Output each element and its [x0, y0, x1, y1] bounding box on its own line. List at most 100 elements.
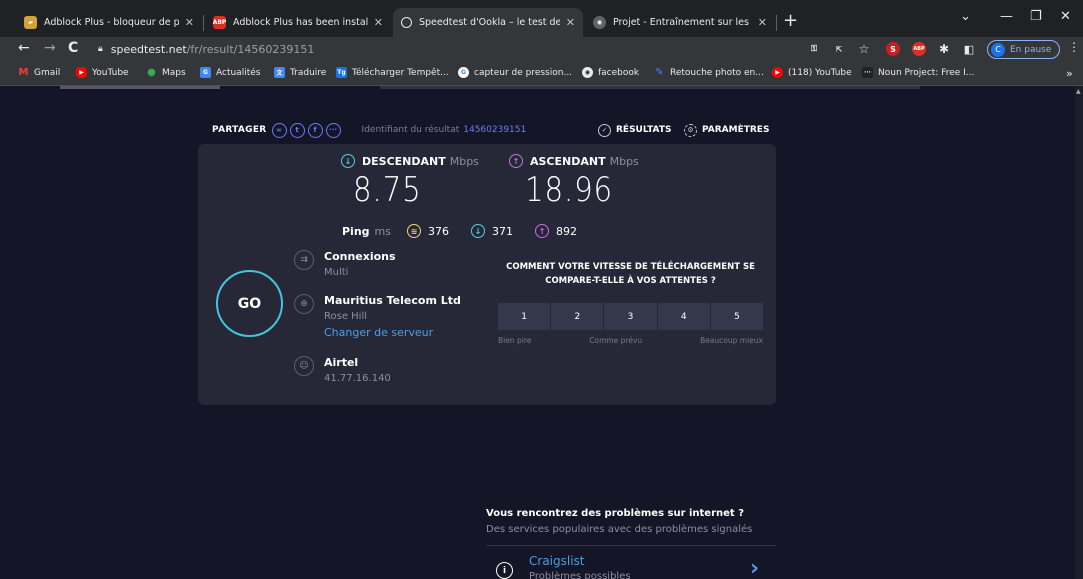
scroll-up-icon[interactable]: ▲ — [1076, 88, 1081, 95]
link-icon[interactable]: ∞ — [271, 122, 287, 138]
twitter-icon[interactable]: t — [289, 122, 305, 138]
rating-option-4[interactable]: 4 — [657, 303, 710, 330]
problems-section: Vous rencontrez des problèmes sur intern… — [486, 508, 776, 579]
google-icon: G — [458, 67, 469, 78]
bookmark-youtube-118[interactable]: ▶ (118) YouTube — [772, 67, 852, 78]
ping-download-icon: ↓ — [471, 224, 485, 238]
globe-icon: ◉ — [593, 16, 606, 29]
connections-icon: ⇉ — [294, 250, 314, 270]
rating-option-5[interactable]: 5 — [710, 303, 764, 330]
back-button[interactable]: ← — [18, 40, 30, 56]
rating-option-2[interactable]: 2 — [551, 303, 604, 330]
check-icon: ✓ — [598, 123, 611, 137]
user-icon: ☺ — [294, 356, 314, 376]
ping-upload-value: 892 — [556, 224, 577, 238]
side-panel-icon[interactable]: ◧ — [962, 42, 976, 56]
close-icon[interactable]: ✕ — [185, 16, 194, 29]
tab-separator — [203, 15, 204, 31]
bookmarks-bar: M Gmail ▶ YouTube ● Maps G Actualités 文 Tradu… — [0, 62, 1083, 86]
bookmark-retouche[interactable]: ✎ Retouche photo en... — [654, 67, 764, 78]
result-id-link[interactable]: 14560239151 — [463, 125, 526, 135]
download-site-icon: Tg — [336, 67, 347, 78]
bookmark-youtube[interactable]: ▶ YouTube — [76, 67, 129, 78]
facebook-icon[interactable]: f — [307, 122, 323, 138]
speedtest-page: ▲ PARTAGER ∞ t f ··· Identifiant du résu… — [0, 86, 1083, 579]
ping-row: Ping ms ≋ 376 ↓ 371 ↑ 892 — [342, 224, 577, 238]
extension-s-icon[interactable]: S — [886, 42, 900, 56]
reload-button[interactable]: C — [68, 40, 78, 56]
result-card: ↓ DESCENDANT Mbps 8.75 ↑ ASCENDANT Mbps … — [198, 144, 776, 405]
ping-idle-icon: ≋ — [407, 224, 421, 238]
isp-info: ☺ Airtel 41.77.16.140 — [294, 356, 391, 384]
avatar: C — [991, 42, 1005, 57]
ping-download-value: 371 — [492, 224, 513, 238]
globe-icon: ◉ — [582, 67, 593, 78]
divider — [486, 545, 776, 546]
profile-button[interactable]: C En pause — [987, 40, 1061, 59]
forward-button[interactable]: → — [44, 40, 56, 56]
rating-option-3[interactable]: 3 — [604, 303, 657, 330]
photo-editor-icon: ✎ — [655, 67, 664, 78]
new-tab-button[interactable]: + — [783, 12, 798, 30]
server-info: ⊕ Mauritius Telecom Ltd Rose Hill Change… — [294, 294, 461, 339]
change-server-link[interactable]: Changer de serveur — [324, 326, 461, 339]
problem-item-craigslist[interactable]: i Craigslist Problèmes possibles › — [486, 554, 776, 579]
ping-idle-value: 376 — [428, 224, 449, 238]
rating-legend: Bien pire Comme prévu Beaucoup mieux — [498, 336, 763, 345]
clipped-content — [380, 86, 920, 89]
tab-adblock-installed[interactable]: ABP Adblock Plus has been installed! ✕ — [205, 8, 391, 37]
gear-icon: ⚙ — [684, 123, 697, 137]
clipped-content — [60, 86, 220, 89]
rating-option-1[interactable]: 1 — [498, 303, 551, 330]
noun-project-icon: ··· — [862, 67, 873, 78]
maps-pin-icon: ● — [147, 67, 156, 78]
youtube-icon: ▶ — [772, 67, 783, 78]
settings-link[interactable]: ⚙ PARAMÈTRES — [684, 123, 769, 137]
more-bookmarks-icon[interactable]: » — [1066, 67, 1073, 80]
close-icon[interactable]: ✕ — [374, 16, 383, 29]
bookmark-noun-project[interactable]: ··· Noun Project: Free I... — [862, 67, 974, 78]
bookmark-telecharger[interactable]: Tg Télécharger Tempêt... — [336, 67, 449, 78]
tab-search-icon[interactable]: ⌄ — [960, 9, 971, 24]
bookmark-star-icon[interactable]: ☆ — [857, 42, 871, 56]
abp-extension-icon[interactable]: ABP — [912, 42, 926, 56]
info-icon: i — [496, 562, 513, 579]
satisfaction-survey: COMMENT VOTRE VITESSE DE TÉLÉCHARGEMENT … — [498, 262, 764, 345]
rating-scale: 1 2 3 4 5 — [498, 303, 764, 330]
restore-button[interactable]: ❐ — [1030, 9, 1042, 24]
download-arrow-icon: ↓ — [341, 154, 355, 168]
minimize-button[interactable]: — — [1000, 9, 1013, 24]
tab-projet[interactable]: ◉ Projet - Entraînement sur les bas ✕ — [585, 8, 775, 37]
more-icon[interactable]: ··· — [325, 122, 341, 138]
download-metric: ↓ DESCENDANT Mbps 8.75 — [341, 154, 479, 210]
abp-icon: ABP — [213, 16, 226, 29]
bookmark-facebook[interactable]: ◉ facebook — [582, 67, 639, 78]
results-link[interactable]: ✓ RÉSULTATS — [598, 123, 671, 137]
bookmark-traduire[interactable]: 文 Traduire — [274, 67, 326, 78]
tab-speedtest[interactable]: Speedtest d'Ookla – le test de vit ✕ — [393, 8, 583, 37]
kebab-menu-icon[interactable]: ⋮ — [1068, 40, 1080, 54]
tab-adblock-store[interactable]: ▰ Adblock Plus - bloqueur de publ ✕ — [16, 8, 202, 37]
tab-strip: ▰ Adblock Plus - bloqueur de publ ✕ ABP … — [0, 0, 1083, 37]
address-bar[interactable]: 🔒︎ speedtest.net/fr/result/14560239151 — [90, 38, 800, 60]
bookmark-maps[interactable]: ● Maps — [146, 67, 186, 78]
close-icon[interactable]: ✕ — [758, 16, 767, 29]
bookmark-actualites[interactable]: G Actualités — [200, 67, 260, 78]
share-icon[interactable]: ⇱ — [832, 42, 846, 56]
window-close-button[interactable]: ✕ — [1060, 9, 1071, 24]
upload-metric: ↑ ASCENDANT Mbps 18.96 — [509, 154, 639, 210]
download-speed-value: 8.75 — [353, 170, 422, 210]
close-icon[interactable]: ✕ — [566, 16, 575, 29]
browser-toolbar: ← → C 🔒︎ speedtest.net/fr/result/1456023… — [0, 37, 1083, 62]
bookmark-capteur[interactable]: Gcapteur de pression... — [458, 67, 572, 78]
password-key-icon[interactable]: ⚿ — [807, 42, 821, 56]
translate-icon: 文 — [274, 67, 285, 78]
chevron-right-icon[interactable]: › — [750, 556, 759, 579]
go-button[interactable]: GO — [216, 270, 283, 337]
page-scrollbar[interactable]: ▲ — [1075, 86, 1083, 579]
gmail-icon: M — [18, 67, 29, 78]
extensions-puzzle-icon[interactable]: ✱ — [937, 42, 951, 56]
upload-arrow-icon: ↑ — [509, 154, 523, 168]
lock-icon[interactable]: 🔒︎ — [98, 44, 103, 54]
bookmark-gmail[interactable]: M Gmail — [18, 67, 61, 78]
